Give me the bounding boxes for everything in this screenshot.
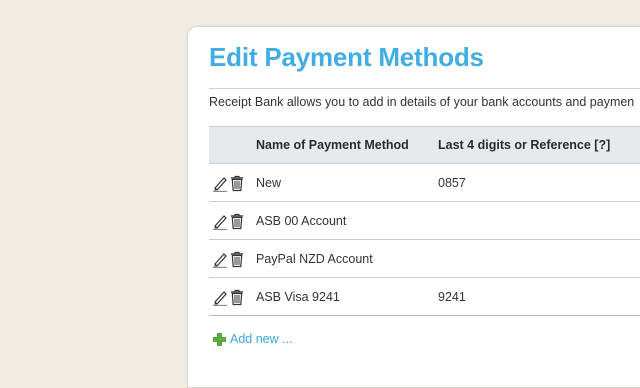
payment-method-reference: 0857 — [438, 176, 466, 190]
table-row: PayPal NZD Account — [209, 240, 640, 278]
page-title: Edit Payment Methods — [209, 42, 484, 72]
pencil-icon[interactable] — [212, 250, 228, 268]
plus-icon — [213, 333, 226, 346]
intro-text: Receipt Bank allows you to add in detail… — [209, 95, 635, 109]
title-divider — [209, 88, 640, 89]
column-header-name: Name of Payment Method — [256, 138, 409, 152]
trash-icon[interactable] — [229, 212, 245, 230]
content-panel: Edit Payment Methods Receipt Bank allows… — [187, 26, 640, 388]
column-header-reference[interactable]: Last 4 digits or Reference [?] — [438, 138, 610, 152]
payment-method-name: ASB 00 Account — [256, 214, 347, 228]
trash-icon[interactable] — [229, 174, 245, 192]
trash-icon[interactable] — [229, 250, 245, 268]
table-row: ASB 00 Account — [209, 202, 640, 240]
row-actions — [212, 212, 246, 230]
row-actions — [212, 250, 246, 268]
payment-method-name: New — [256, 176, 282, 190]
row-actions — [212, 174, 246, 192]
payment-method-reference: 9241 — [438, 290, 466, 304]
table-row: ASB Visa 9241 9241 — [209, 278, 640, 316]
trash-icon[interactable] — [229, 288, 245, 306]
payment-method-name: ASB Visa 9241 — [256, 290, 340, 304]
table-header: Name of Payment Method Last 4 digits or … — [209, 127, 640, 164]
pencil-icon[interactable] — [212, 174, 228, 192]
payment-methods-table: Name of Payment Method Last 4 digits or … — [209, 126, 640, 316]
pencil-icon[interactable] — [212, 212, 228, 230]
add-new-label[interactable]: Add new ... — [230, 332, 293, 346]
row-actions — [212, 288, 246, 306]
pencil-icon[interactable] — [212, 288, 228, 306]
payment-method-name: PayPal NZD Account — [256, 252, 373, 266]
table-row: New 0857 — [209, 164, 640, 202]
